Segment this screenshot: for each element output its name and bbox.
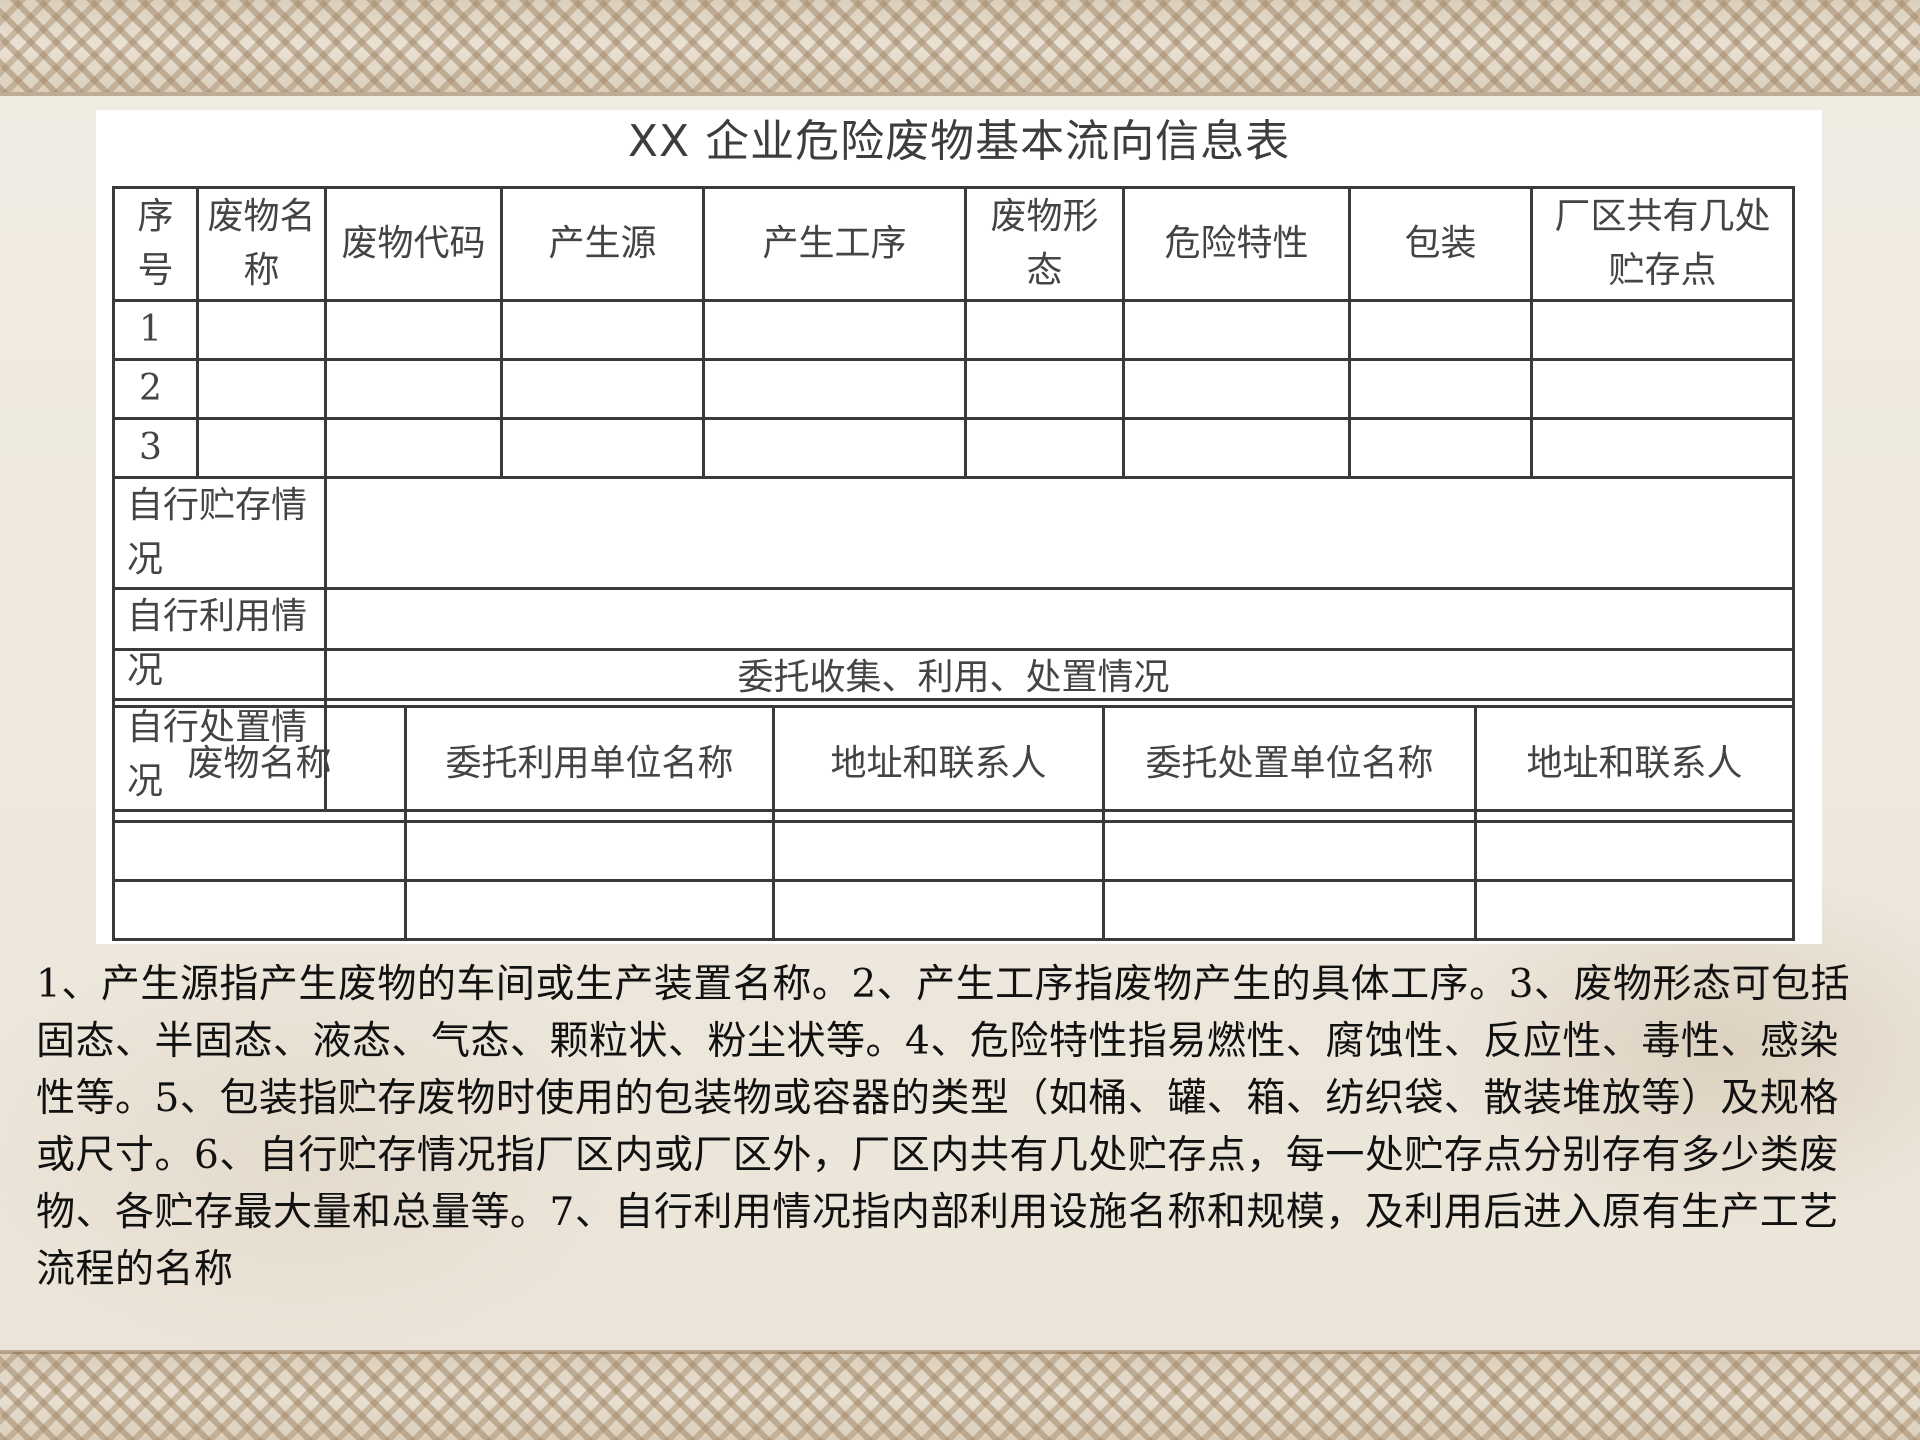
form-title: XX 企业危险废物基本流向信息表: [627, 116, 1291, 167]
table-cell: [324, 358, 503, 420]
table-cell: [1348, 358, 1533, 420]
table-cell: [112, 879, 407, 941]
explanation-notes: 1、产生源指产生废物的车间或生产装置名称。2、产生工序指废物产生的具体工序。3、…: [36, 962, 1850, 1292]
table-cell: [404, 820, 775, 882]
table-cell: [112, 820, 407, 882]
table-cell: [1102, 820, 1477, 882]
table-cell: [1122, 299, 1351, 361]
table-row: 1: [112, 299, 1795, 361]
table-cell: [1473, 879, 1796, 941]
table-cell: [404, 879, 775, 941]
table-cell: [324, 299, 503, 361]
table-cell: [964, 358, 1125, 420]
header-waste-name: 废物名称: [196, 186, 327, 302]
table-cell: [1530, 417, 1795, 479]
table-cell: [702, 358, 967, 420]
table-row: [112, 820, 1796, 882]
entrust-header-waste-name: 废物名称: [112, 705, 407, 823]
table-cell: [196, 417, 327, 479]
entrust-header-row: 废物名称 委托利用单位名称 地址和联系人 委托处置单位名称 地址和联系人: [112, 705, 1796, 823]
table-cell: [196, 299, 327, 361]
decorative-border-top: [0, 0, 1920, 92]
table-cell: [702, 299, 967, 361]
border-divider-bottom: [0, 1350, 1920, 1354]
form-image-panel: XX 企业危险废物基本流向信息表 序号 废物名称 废物代码 产生源 产生工序 废…: [96, 110, 1822, 944]
table-cell: [196, 358, 327, 420]
table-cell: [702, 417, 967, 479]
row-number: 2: [112, 358, 199, 420]
entrust-table: 委托收集、利用、处置情况 废物名称 委托利用单位名称 地址和联系人 委托处置单位…: [111, 648, 1796, 941]
table-cell: [1122, 358, 1351, 420]
table-header-row: 序号 废物名称 废物代码 产生源 产生工序 废物形态 危险特性 包装 厂区共有几…: [112, 186, 1795, 302]
table-cell: [964, 417, 1125, 479]
header-source: 产生源: [500, 186, 705, 302]
border-divider-top: [0, 92, 1920, 96]
self-storage-value: [324, 476, 1795, 590]
table-row: 2: [112, 358, 1795, 420]
entrust-header-contact: 地址和联系人: [1473, 705, 1796, 823]
table-cell: [1348, 417, 1533, 479]
decorative-border-bottom: [0, 1352, 1920, 1440]
entrust-title: 委托收集、利用、处置情况: [111, 648, 1796, 708]
self-storage-row: 自行贮存情况: [112, 476, 1795, 590]
table-cell: [1102, 879, 1477, 941]
header-hazard: 危险特性: [1122, 186, 1351, 302]
table-row: 3: [112, 417, 1795, 479]
header-waste-code: 废物代码: [324, 186, 503, 302]
table-cell: [324, 417, 503, 479]
header-packaging: 包装: [1348, 186, 1533, 302]
table-cell: [1348, 299, 1533, 361]
header-process: 产生工序: [702, 186, 967, 302]
header-form-state: 废物形态: [964, 186, 1125, 302]
table-cell: [500, 417, 705, 479]
entrust-header-use-unit: 委托利用单位名称: [404, 705, 775, 823]
entrust-title-row: 委托收集、利用、处置情况: [111, 648, 1796, 708]
entrust-header-contact: 地址和联系人: [772, 705, 1105, 823]
table-cell: [1530, 299, 1795, 361]
table-cell: [964, 299, 1125, 361]
table-cell: [1530, 358, 1795, 420]
header-seq: 序号: [112, 186, 199, 302]
table-cell: [772, 879, 1105, 941]
header-storage-points: 厂区共有几处贮存点: [1530, 186, 1795, 302]
table-row: [112, 879, 1796, 941]
self-storage-label: 自行贮存情况: [112, 476, 327, 590]
table-cell: [772, 820, 1105, 882]
row-number: 1: [112, 299, 199, 361]
table-cell: [1122, 417, 1351, 479]
table-cell: [500, 299, 705, 361]
entrust-header-disposal-unit: 委托处置单位名称: [1102, 705, 1477, 823]
table-cell: [500, 358, 705, 420]
row-number: 3: [112, 417, 199, 479]
table-cell: [1473, 820, 1796, 882]
